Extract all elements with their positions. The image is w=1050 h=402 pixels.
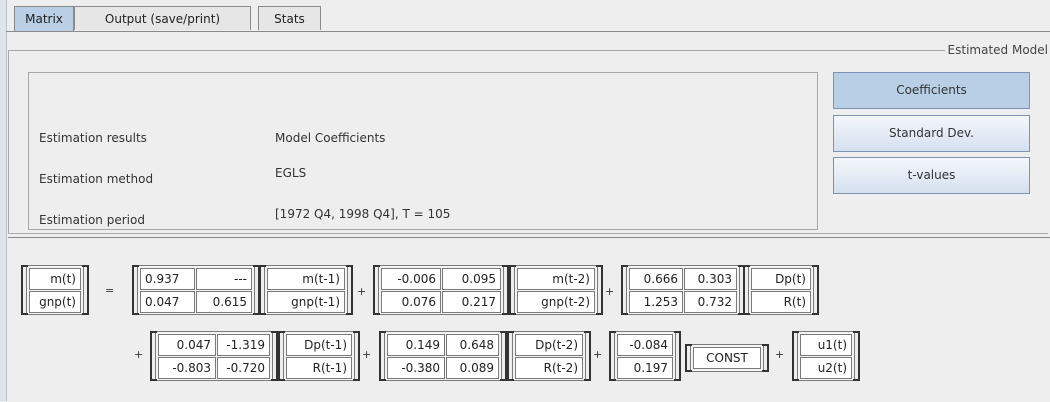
vector-cell: Dp(t) [751,268,811,290]
vector-cell: m(t-2) [517,268,595,290]
tab-matrix[interactable]: Matrix [14,6,74,32]
plus-sign: + [134,348,144,361]
y-lag1-vector: m(t-1) gnp(t-1) [259,265,353,315]
estimation-results-value: Model Coefficients [275,131,386,145]
y-lag2-vector: m(t-2) gnp(t-2) [509,265,603,315]
matrix-cell: 0.095 [442,268,501,290]
matrix-cell: 0.615 [196,291,252,313]
vector-cell: u1(t) [800,334,852,356]
const-vector: CONST [685,344,769,372]
matrix-cell: 1.253 [629,291,683,313]
coef-matrix-B2: 0.149 0.648 -0.380 0.089 [379,331,507,381]
t-values-button[interactable]: t-values [833,157,1030,194]
lhs-cell: m(t) [29,268,81,290]
tab-stats[interactable]: Stats [258,6,321,30]
x0-vector: Dp(t) R(t) [743,265,819,315]
matrix-cell: -0.720 [217,357,270,379]
window: Matrix Output (save/print) Stats Estimat… [0,0,1050,402]
matrix-cell: 0.937 [140,268,195,290]
tab-output[interactable]: Output (save/print) [74,6,251,30]
matrix-cell: -0.006 [381,268,441,290]
estimated-model-title: Estimated Model [944,44,1050,57]
vector-cell: m(t-1) [267,268,345,290]
vector-cell: Dp(t-2) [515,334,583,356]
estimation-period-value: [1972 Q4, 1998 Q4], T = 105 [275,207,451,221]
matrix-cell: 0.076 [381,291,441,313]
standard-dev-button[interactable]: Standard Dev. [833,115,1030,152]
vector-cell: 0.197 [617,357,673,379]
matrix-cell: 0.047 [158,334,216,356]
plus-sign: + [775,348,785,361]
coef-matrix-B1: 0.047 -1.319 -0.803 -0.720 [150,331,278,381]
matrix-cell: 0.089 [446,357,499,379]
residual-vector: u1(t) u2(t) [792,331,860,381]
coef-matrix-A2: -0.006 0.095 0.076 0.217 [373,265,509,315]
matrix-cell: -0.380 [387,357,445,379]
lhs-cell: gnp(t) [29,291,81,313]
matrix-cell: -0.803 [158,357,216,379]
vector-cell: R(t-2) [515,357,583,379]
vector-cell: R(t) [751,291,811,313]
matrix-cell: 0.303 [684,268,737,290]
vector-cell: R(t-1) [286,357,352,379]
vector-cell: u2(t) [800,357,852,379]
matrix-cell: 0.047 [140,291,195,313]
coefficients-button[interactable]: Coefficients [833,72,1030,109]
tab-divider [6,31,1050,32]
left-edge [0,0,7,401]
matrix-cell: 0.666 [629,268,683,290]
const-coef-vector: -0.084 0.197 [609,331,681,381]
const-cell: CONST [693,347,761,369]
vector-cell: -0.084 [617,334,673,356]
coef-matrix-B0: 0.666 0.303 1.253 0.732 [621,265,745,315]
coef-matrix-A1: 0.937 --- 0.047 0.615 [132,265,260,315]
matrix-cell: 0.149 [387,334,445,356]
vector-cell: gnp(t-2) [517,291,595,313]
estimation-period-label: Estimation period [39,213,145,227]
matrix-cell: 0.648 [446,334,499,356]
plus-sign: + [362,348,372,361]
plus-sign: + [593,348,603,361]
estimation-results-label: Estimation results [39,131,147,145]
matrix-cell: -1.319 [217,334,270,356]
equals-sign: = [105,284,115,297]
x-lag1-vector: Dp(t-1) R(t-1) [278,331,360,381]
estimation-method-value: EGLS [275,166,307,180]
matrix-cell: 0.732 [684,291,737,313]
plus-sign: + [357,285,367,298]
lhs-vector: m(t) gnp(t) [21,265,89,315]
matrix-cell: 0.217 [442,291,501,313]
plus-sign: + [605,285,615,298]
x-lag2-vector: Dp(t-2) R(t-2) [507,331,591,381]
vector-cell: gnp(t-1) [267,291,345,313]
vector-cell: Dp(t-1) [286,334,352,356]
estimation-method-label: Estimation method [39,172,154,186]
estimation-results-box: Estimation results Model Coefficients Es… [28,72,818,230]
matrix-cell: --- [196,268,252,290]
